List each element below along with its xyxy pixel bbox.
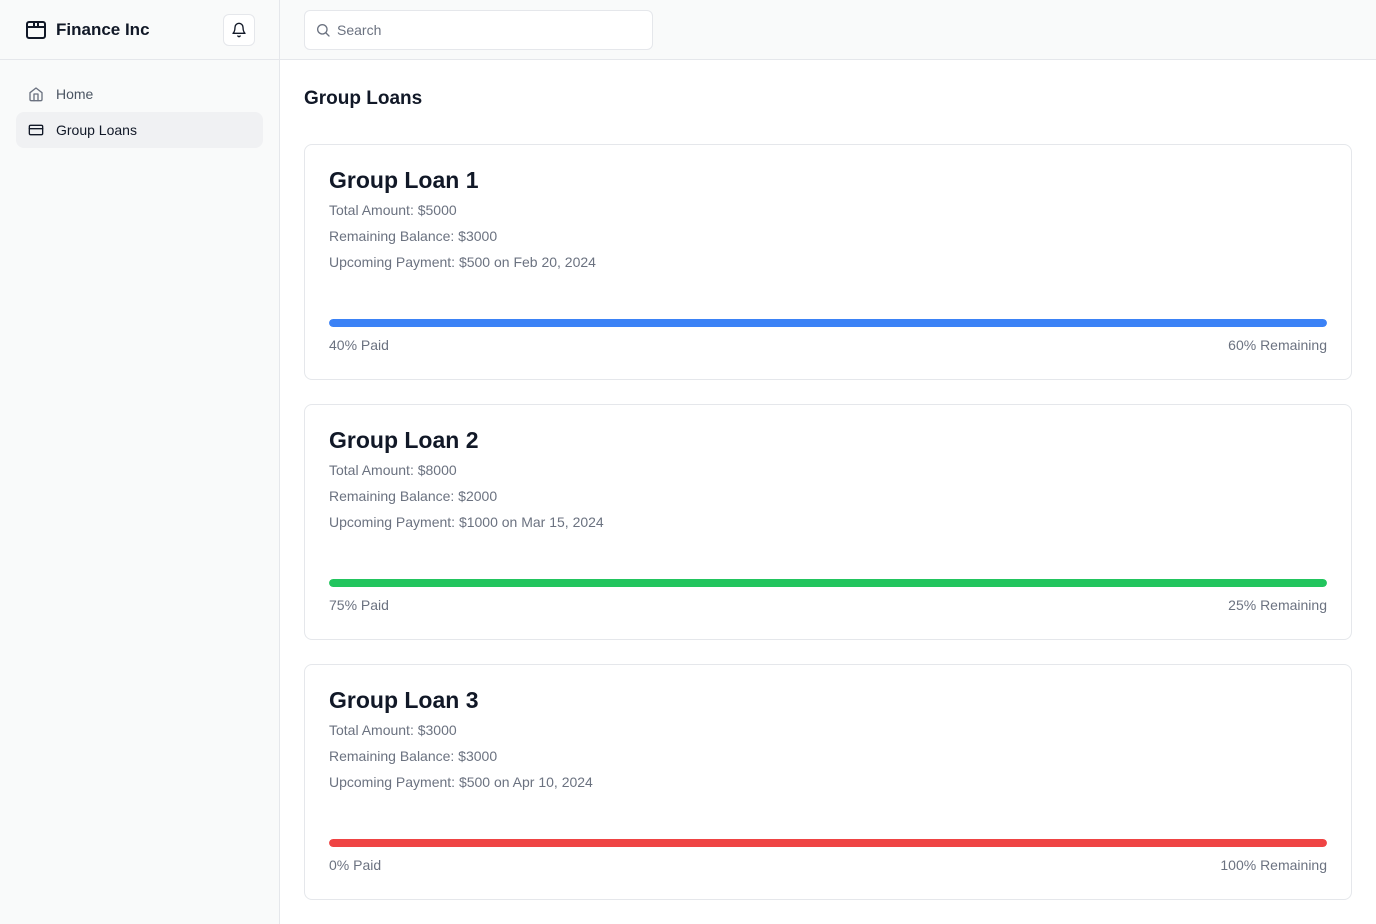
- loan-progress-fill: [329, 839, 1327, 847]
- home-icon: [28, 86, 44, 102]
- loan-upcoming-payment: Upcoming Payment: $500 on Apr 10, 2024: [329, 774, 593, 790]
- sidebar-item-home[interactable]: Home: [16, 76, 263, 112]
- loan-card: Group Loan 3 Total Amount: $3000 Remaini…: [304, 664, 1352, 900]
- loan-upcoming-payment: Upcoming Payment: $1000 on Mar 15, 2024: [329, 514, 604, 530]
- loan-progress-bar: [329, 319, 1327, 327]
- loan-card: Group Loan 1 Total Amount: $5000 Remaini…: [304, 144, 1352, 380]
- loan-remaining-balance: Remaining Balance: $3000: [329, 228, 498, 244]
- loan-paid-label: 40% Paid: [329, 337, 389, 353]
- loan-remaining-balance: Remaining Balance: $3000: [329, 748, 498, 764]
- sidebar-item-group-loans[interactable]: Group Loans: [16, 112, 263, 148]
- sidebar: Finance Inc Home Group Loans: [0, 0, 280, 924]
- loan-progress-bar: [329, 579, 1327, 587]
- loan-total-amount: Total Amount: $3000: [329, 722, 457, 738]
- loan-title: Group Loan 2: [329, 427, 479, 453]
- loan-remaining-label: 60% Remaining: [1228, 337, 1327, 353]
- loan-remaining-label: 100% Remaining: [1220, 857, 1327, 873]
- loan-title: Group Loan 1: [329, 167, 479, 193]
- brand-name[interactable]: Finance Inc: [56, 20, 150, 40]
- loan-upcoming-payment: Upcoming Payment: $500 on Feb 20, 2024: [329, 254, 596, 270]
- bell-icon: [231, 22, 247, 38]
- loan-total-amount: Total Amount: $5000: [329, 202, 457, 218]
- page-title: Group Loans: [304, 88, 423, 109]
- loan-progress-fill: [329, 579, 1327, 587]
- loan-remaining-label: 25% Remaining: [1228, 597, 1327, 613]
- loan-paid-label: 75% Paid: [329, 597, 389, 613]
- credit-card-icon: [28, 122, 44, 138]
- loan-paid-label: 0% Paid: [329, 857, 382, 873]
- top-bar: [280, 0, 1376, 60]
- search-box[interactable]: [304, 10, 653, 50]
- loan-remaining-balance: Remaining Balance: $2000: [329, 488, 498, 504]
- sidebar-item-label: Home: [56, 86, 94, 102]
- notifications-button[interactable]: [223, 14, 255, 46]
- brand-header: Finance Inc: [0, 0, 279, 60]
- loan-total-amount: Total Amount: $8000: [329, 462, 457, 478]
- loan-title: Group Loan 3: [329, 687, 479, 713]
- search-icon: [315, 22, 331, 38]
- sidebar-nav: Home Group Loans: [0, 60, 279, 164]
- package-icon[interactable]: [24, 18, 48, 42]
- loan-progress-bar: [329, 839, 1327, 847]
- sidebar-item-label: Group Loans: [56, 122, 137, 138]
- main-content: Group Loans Group Loan 1 Total Amount: $…: [304, 60, 1352, 900]
- search-input[interactable]: [337, 22, 637, 38]
- loan-card: Group Loan 2 Total Amount: $8000 Remaini…: [304, 404, 1352, 640]
- loan-progress-fill: [329, 319, 1327, 327]
